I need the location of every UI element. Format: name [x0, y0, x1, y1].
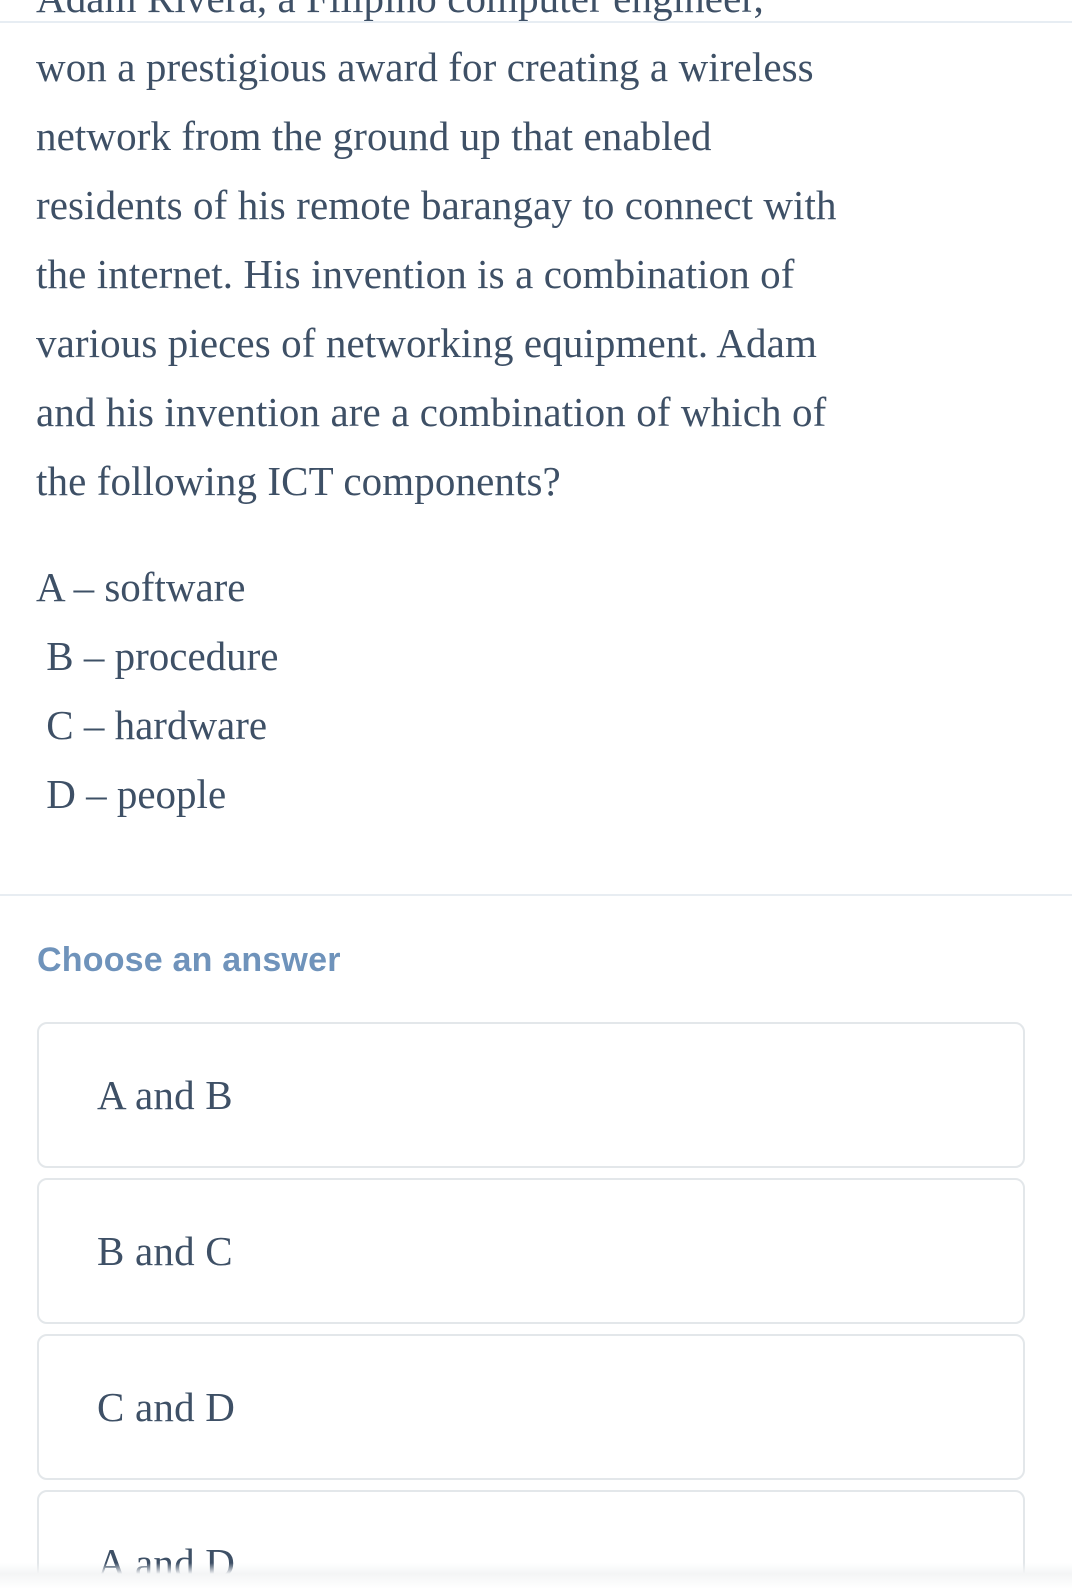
question-stem-line: the following ICT components?	[36, 458, 561, 504]
choose-an-answer-heading: Choose an answer	[37, 941, 341, 979]
stem-option-c: C – hardware	[36, 702, 268, 748]
question-stem-line: the internet. His invention is a combina…	[36, 251, 795, 297]
question-stem-line: and his invention are a combination of w…	[36, 389, 827, 435]
stem-option-d: D – people	[36, 771, 227, 817]
answer-option-card[interactable]: C and D	[37, 1334, 1025, 1480]
answer-options-list: A and B B and C C and D A and D	[37, 1022, 1025, 1589]
answer-option-label: A and D	[97, 1540, 236, 1586]
stem-option-list: A – software B – procedure C – hardware …	[36, 553, 936, 829]
question-stem-line: Adam Rivera, a Filipino computer enginee…	[36, 0, 1026, 33]
answer-option-label: B and C	[97, 1228, 233, 1274]
answer-option-label: A and B	[97, 1072, 233, 1118]
question-stem: Adam Rivera, a Filipino computer enginee…	[36, 0, 1026, 516]
question-stem-line: residents of his remote barangay to conn…	[36, 182, 837, 228]
question-stem-line: won a prestigious award for creating a w…	[36, 44, 814, 90]
answer-section-divider	[0, 894, 1072, 896]
question-stem-line: various pieces of networking equipment. …	[36, 320, 817, 366]
quiz-screen: Adam Rivera, a Filipino computer enginee…	[0, 0, 1072, 1589]
answer-option-card[interactable]: B and C	[37, 1178, 1025, 1324]
stem-option-b: B – procedure	[36, 633, 279, 679]
stem-option-a: A – software	[36, 564, 246, 610]
answer-option-label: C and D	[97, 1384, 236, 1430]
answer-option-card[interactable]: A and D	[37, 1490, 1025, 1589]
answer-option-card[interactable]: A and B	[37, 1022, 1025, 1168]
question-stem-line: network from the ground up that enabled	[36, 113, 712, 159]
